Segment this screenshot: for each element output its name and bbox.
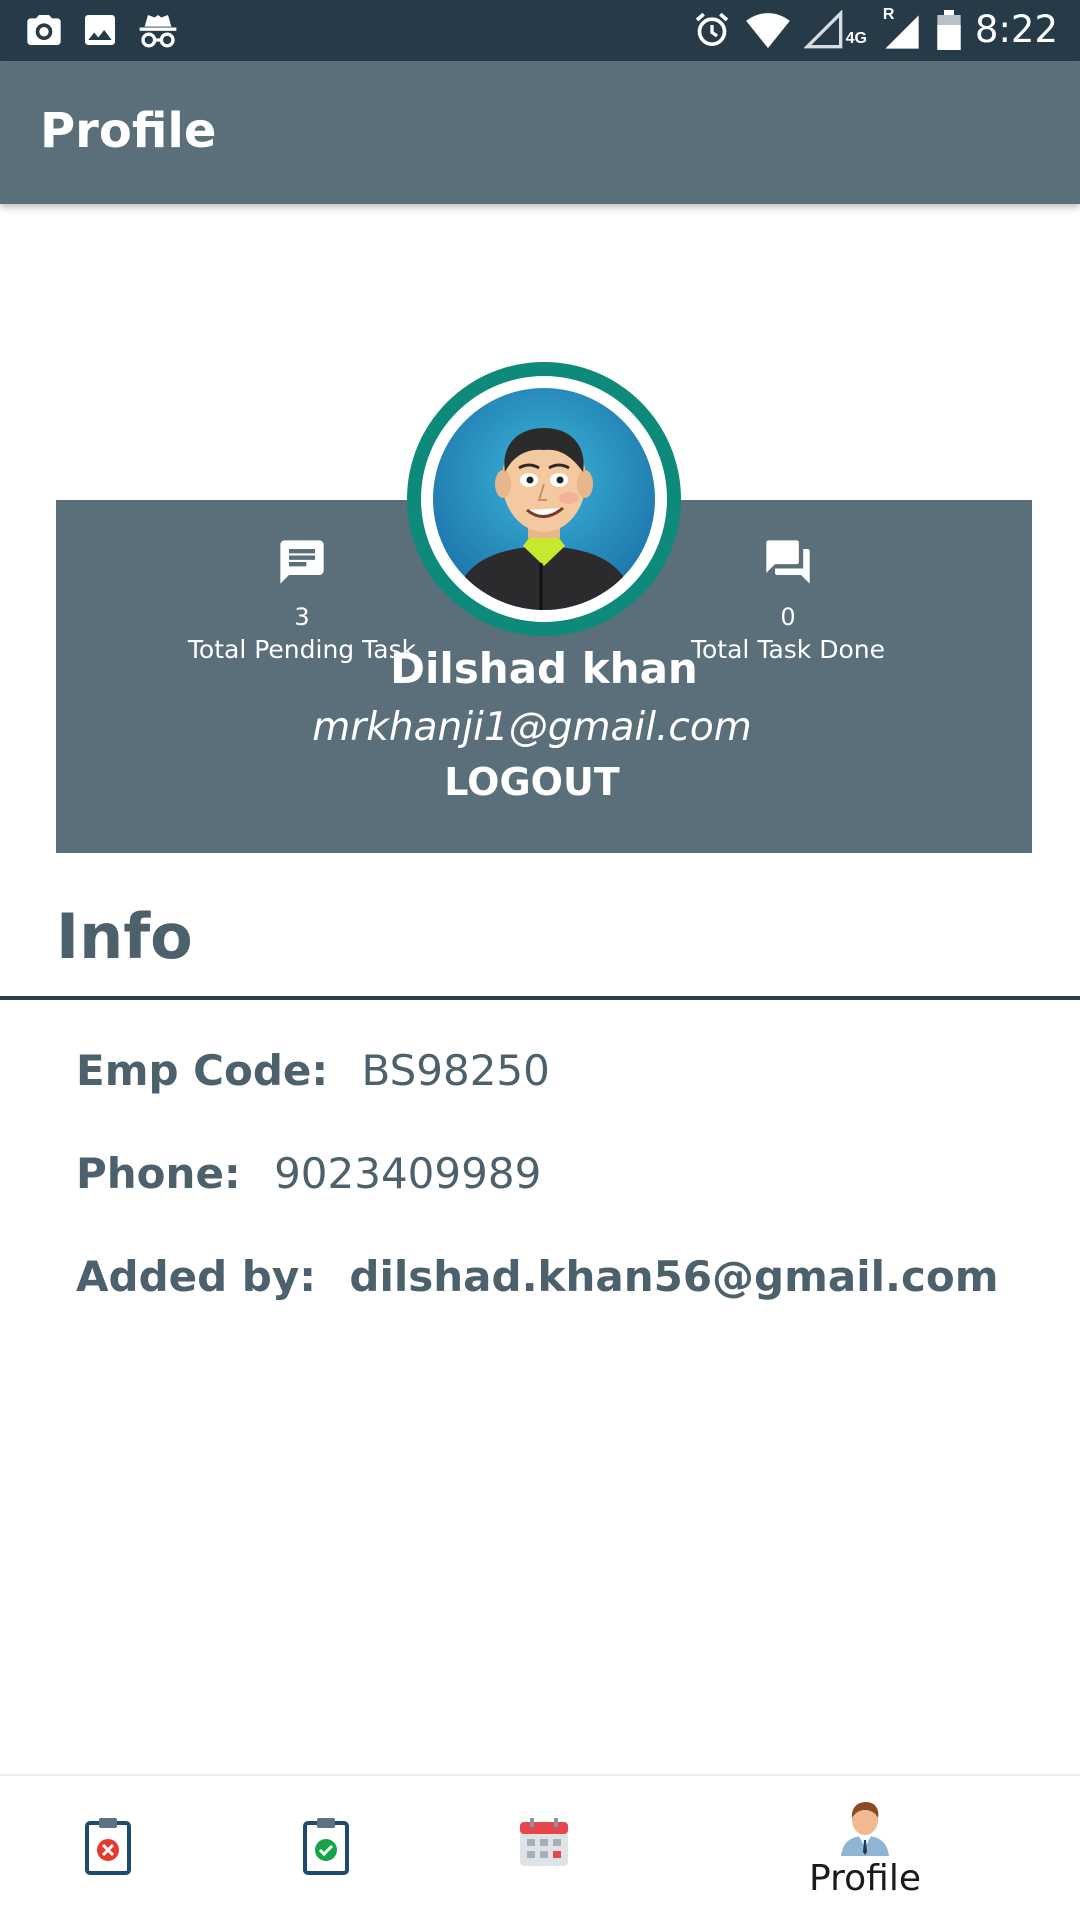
nav-completed-tasks[interactable]	[276, 1776, 376, 1922]
forum-icon	[766, 540, 810, 584]
phone-row: Phone: 9023409989	[76, 1149, 541, 1198]
alarm-icon	[695, 12, 728, 46]
logout-button[interactable]: LOGOUT	[56, 760, 1008, 804]
emp-code-label: Emp Code:	[76, 1046, 329, 1095]
status-bar: 4G R 8:22	[0, 0, 1080, 61]
calendar-icon	[520, 1818, 568, 1866]
added-by-label: Added by:	[76, 1252, 317, 1301]
profile-email: mrkhanji1@gmail.com	[312, 705, 752, 750]
emp-code-value: BS98250	[361, 1046, 550, 1095]
network-type: 4G	[845, 30, 867, 47]
nav-profile-label: Profile	[809, 1858, 921, 1899]
profile-person-icon	[841, 1802, 889, 1856]
page-title: Profile	[40, 103, 217, 159]
pending-task-count: 3	[294, 603, 310, 631]
avatar-illustration	[433, 388, 655, 610]
phone-label: Phone:	[76, 1149, 241, 1198]
nav-calendar[interactable]	[494, 1776, 594, 1922]
clipboard-cancel-icon	[85, 1818, 131, 1875]
incognito-icon	[139, 15, 177, 48]
wifi-icon	[745, 13, 790, 49]
added-by-row: Added by: dilshad.khan56@gmail.com	[76, 1252, 998, 1301]
message-icon	[280, 540, 324, 584]
status-time: 8:22	[974, 8, 1058, 51]
status-right-icons: 4G R 8:22	[692, 6, 1058, 52]
added-by-value: dilshad.khan56@gmail.com	[349, 1252, 999, 1301]
battery-icon	[937, 10, 961, 50]
app-bar: Profile	[0, 61, 1080, 204]
camera-icon	[27, 15, 61, 45]
phone-value: 9023409989	[274, 1149, 542, 1198]
bottom-navigation: Profile	[0, 1774, 1080, 1922]
signal-icon	[803, 10, 842, 49]
image-icon	[85, 15, 115, 45]
nav-pending-tasks[interactable]	[58, 1776, 158, 1922]
info-divider	[0, 996, 1080, 1000]
done-task-count: 0	[780, 603, 796, 631]
clipboard-check-icon	[303, 1818, 349, 1875]
nav-profile[interactable]: Profile	[790, 1776, 940, 1922]
emp-code-row: Emp Code: BS98250	[76, 1046, 550, 1095]
info-title: Info	[56, 900, 193, 973]
avatar-frame	[421, 376, 667, 622]
profile-name: Dilshad khan	[390, 644, 698, 693]
status-left-icons	[24, 10, 180, 50]
roaming-signal-icon: R	[881, 6, 923, 52]
avatar[interactable]	[407, 362, 681, 636]
